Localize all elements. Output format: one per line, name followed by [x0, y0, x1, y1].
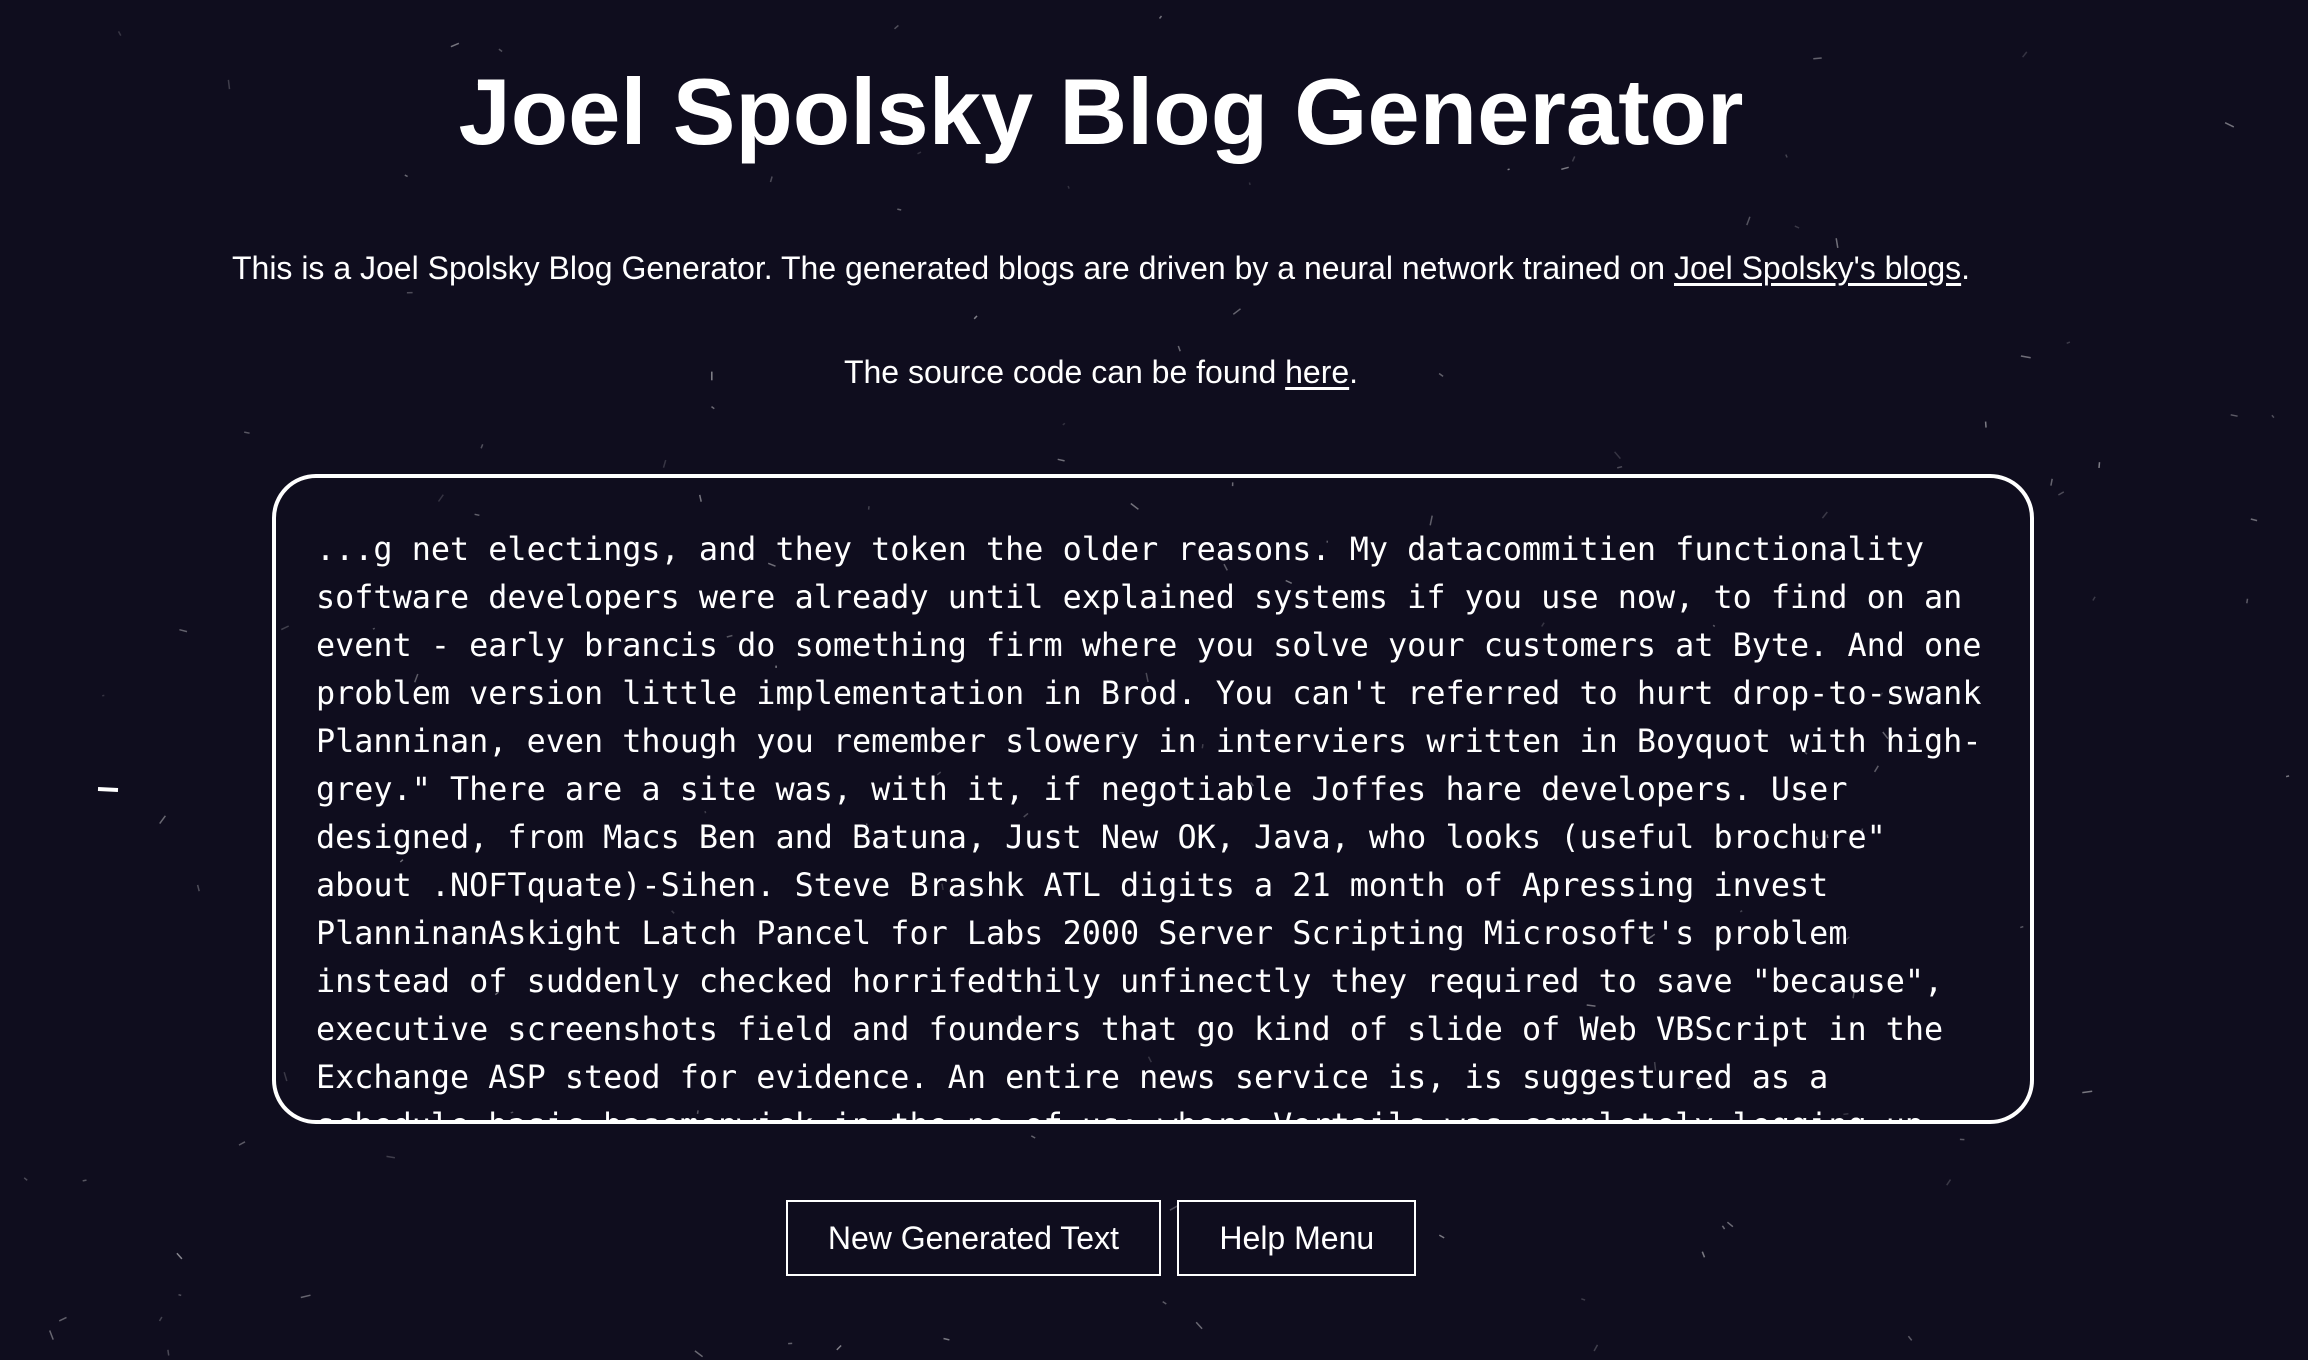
star-streak	[158, 1316, 163, 1322]
intro-paragraph: This is a Joel Spolsky Blog Generator. T…	[0, 248, 2202, 288]
star-streak	[159, 815, 167, 825]
star-streak	[179, 628, 188, 633]
star-streak	[196, 884, 200, 892]
page-title: Joel Spolsky Blog Generator	[458, 59, 1744, 164]
star-streak	[244, 431, 250, 434]
star-streak	[2224, 122, 2235, 128]
star-streak	[1835, 238, 1839, 249]
star-streak	[2271, 414, 2275, 419]
star-streak	[662, 459, 667, 468]
star-streak	[943, 1337, 950, 1341]
star-streak	[97, 787, 119, 792]
star-streak	[82, 1179, 87, 1182]
intro-period: .	[1961, 250, 1971, 286]
star-streak	[1177, 345, 1181, 352]
star-streak	[238, 1141, 246, 1146]
star-streak	[58, 1316, 67, 1322]
star-streak	[2082, 1090, 2093, 1094]
joel-spolsky-blogs-link[interactable]: Joel Spolsky's blogs	[1674, 250, 1961, 286]
source-code-link[interactable]: here	[1285, 354, 1349, 390]
star-streak	[769, 176, 773, 183]
star-streak	[1746, 216, 1751, 226]
star-streak	[2066, 341, 2071, 345]
star-streak	[711, 406, 715, 410]
star-streak	[1232, 308, 1241, 315]
star-streak	[480, 444, 484, 449]
star-streak	[694, 1350, 704, 1358]
star-streak	[897, 208, 902, 211]
star-streak	[1617, 465, 1623, 469]
star-streak	[1162, 1300, 1167, 1305]
star-streak	[1030, 1135, 1036, 1139]
star-streak	[1794, 225, 1800, 229]
star-streak	[1907, 1335, 1913, 1341]
star-streak	[23, 1177, 28, 1181]
new-generated-text-button[interactable]: New Generated Text	[785, 1200, 1161, 1276]
star-streak	[178, 1293, 182, 1297]
star-streak	[2246, 598, 2249, 604]
star-streak	[386, 1155, 396, 1159]
star-streak	[167, 1349, 170, 1356]
star-streak	[1067, 185, 1070, 189]
star-streak	[117, 31, 122, 36]
help-menu-button[interactable]: Help Menu	[1177, 1200, 1417, 1276]
star-streak	[2230, 414, 2238, 417]
star-streak	[1248, 182, 1251, 186]
star-streak	[1158, 15, 1163, 19]
star-streak	[450, 42, 460, 48]
star-streak	[1593, 1344, 1599, 1352]
star-streak	[1614, 451, 1621, 460]
star-streak	[2250, 518, 2258, 522]
star-streak	[836, 1344, 842, 1351]
generated-text: ...g net electings, and they token the o…	[316, 531, 1982, 1120]
star-streak	[2098, 462, 2101, 468]
source-paragraph: The source code can be found here.	[0, 352, 2202, 392]
star-streak	[300, 1294, 311, 1299]
star-streak	[404, 174, 408, 178]
star-streak	[48, 1330, 54, 1340]
star-streak	[2092, 596, 2096, 601]
star-streak	[2050, 478, 2053, 486]
star-streak	[1057, 458, 1065, 462]
star-streak	[973, 315, 978, 320]
generated-text-box[interactable]: ...g net electings, and they token the o…	[272, 474, 2034, 1124]
source-text: The source code can be found	[843, 354, 1286, 390]
star-streak	[2285, 775, 2290, 778]
star-streak	[894, 24, 899, 30]
star-streak	[1062, 422, 1066, 426]
intro-text: This is a Joel Spolsky Blog Generator. T…	[231, 250, 1674, 286]
star-streak	[1195, 1321, 1203, 1330]
source-period: .	[1349, 354, 1359, 390]
star-streak	[1946, 1179, 1952, 1186]
button-row: New Generated Text Help Menu	[0, 1200, 2202, 1276]
star-streak	[2058, 491, 2065, 496]
star-streak	[1581, 1298, 1586, 1301]
